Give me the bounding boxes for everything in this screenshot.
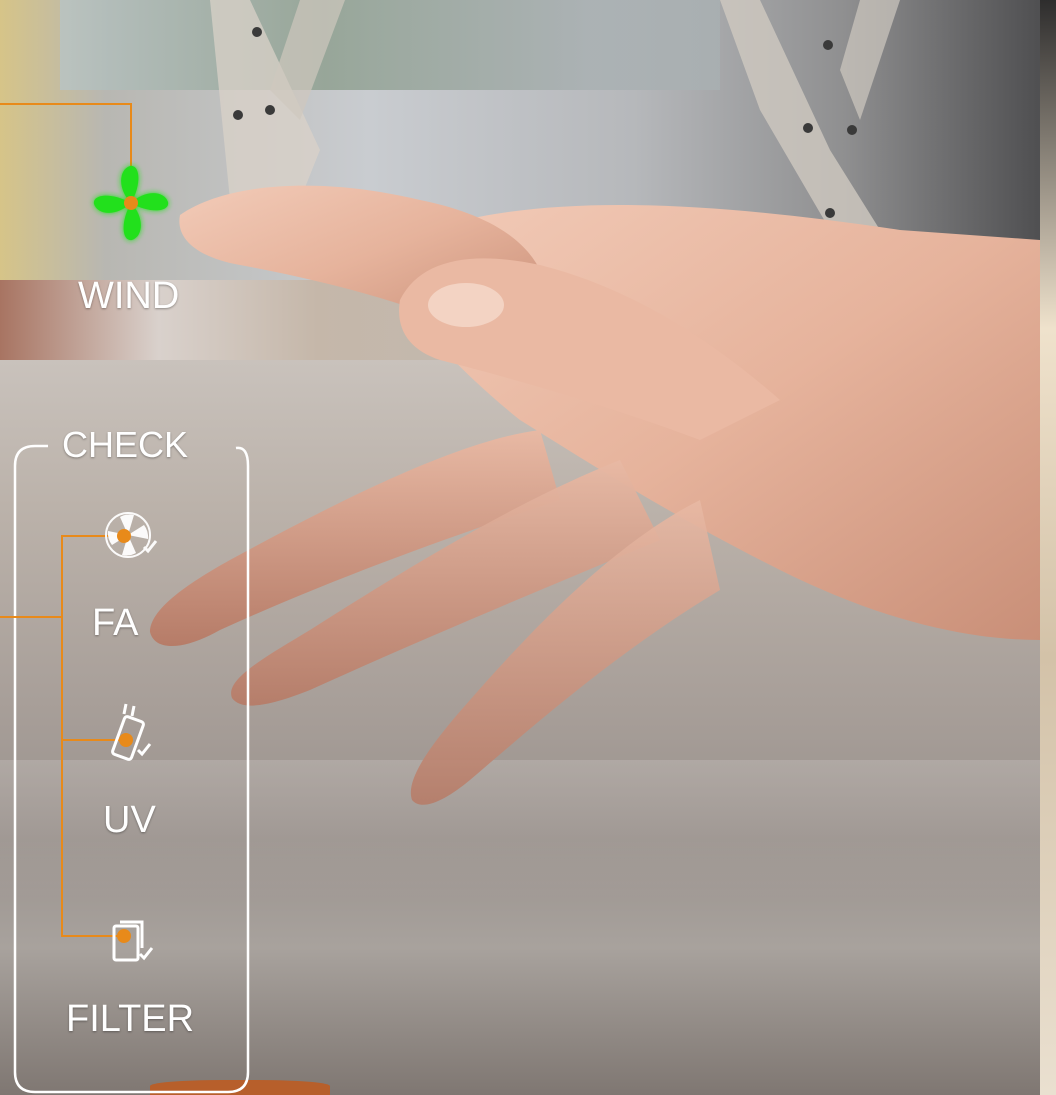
fan-label[interactable]: FA <box>92 602 138 645</box>
filter-check-icon[interactable] <box>108 918 156 968</box>
fan-check-icon[interactable] <box>100 505 160 565</box>
background-photo: WIND CHECK FA UV FILTER <box>0 0 1056 1095</box>
uv-lamp-check-icon[interactable] <box>104 700 156 766</box>
uv-label[interactable]: UV <box>103 799 156 842</box>
filter-label[interactable]: FILTER <box>66 998 194 1041</box>
wind-label[interactable]: WIND <box>78 275 179 318</box>
check-title: CHECK <box>62 424 189 465</box>
wind-fan-icon[interactable] <box>88 160 174 246</box>
